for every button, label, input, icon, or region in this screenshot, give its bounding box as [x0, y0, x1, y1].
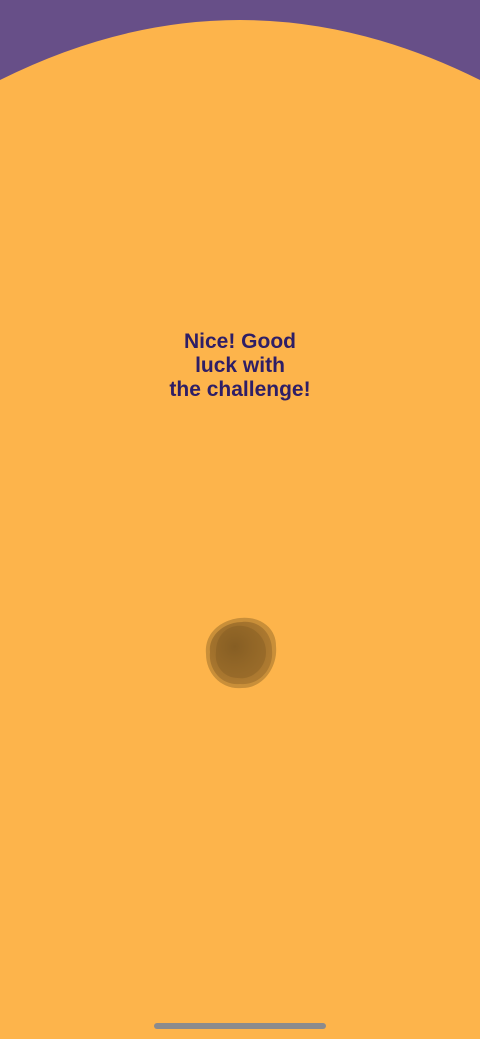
celebration-screen: Nice! Good luck with the challenge! [0, 0, 480, 1039]
success-message: Nice! Good luck with the challenge! [140, 330, 340, 402]
message-line-2: luck with [195, 354, 285, 377]
message-line-3: the challenge! [169, 378, 311, 401]
orange-arc-background [0, 0, 480, 1039]
brown-blob-icon [205, 617, 277, 689]
home-indicator[interactable] [154, 1023, 326, 1029]
message-line-1: Nice! Good [183, 330, 296, 353]
